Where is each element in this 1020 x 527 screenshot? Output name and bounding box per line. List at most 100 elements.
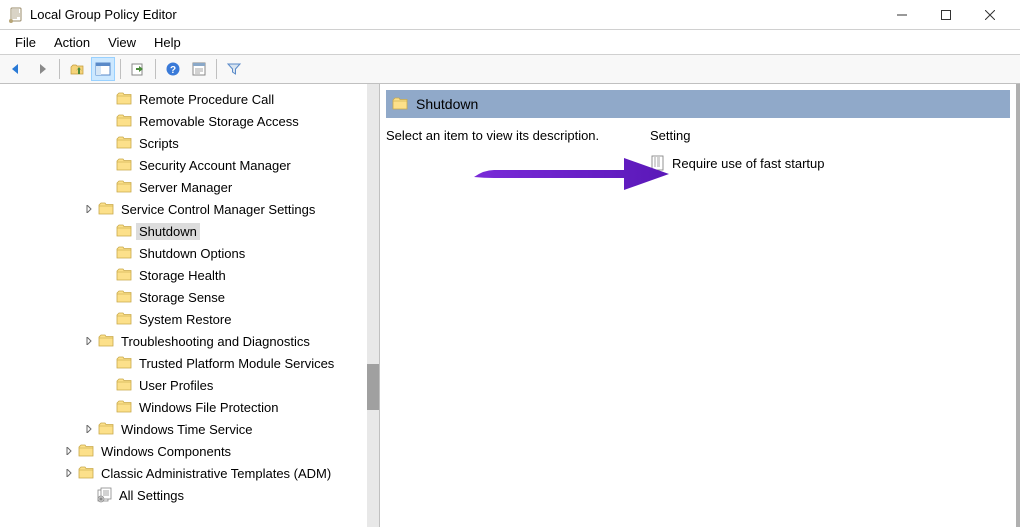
tree-label: Security Account Manager xyxy=(136,157,294,174)
expand-spacer xyxy=(100,290,114,304)
toolbar: ? xyxy=(0,54,1020,84)
expand-icon[interactable] xyxy=(82,334,96,348)
tree-item[interactable]: User Profiles xyxy=(0,374,379,396)
tree-label: Windows Time Service xyxy=(118,421,255,438)
tree-item[interactable]: Storage Sense xyxy=(0,286,379,308)
tree-pane: Remote Procedure Call Removable Storage A… xyxy=(0,84,380,527)
settings-icon xyxy=(96,487,112,503)
folder-icon xyxy=(116,179,132,195)
window-title: Local Group Policy Editor xyxy=(30,7,880,22)
tree-item[interactable]: Shutdown Options xyxy=(0,242,379,264)
toolbar-separator xyxy=(216,59,217,79)
tree-item[interactable]: Trusted Platform Module Services xyxy=(0,352,379,374)
minimize-button[interactable] xyxy=(880,1,924,29)
tree-item[interactable]: Windows Time Service xyxy=(0,418,379,440)
menu-help[interactable]: Help xyxy=(145,32,190,53)
app-icon xyxy=(8,7,24,23)
tree-label: Trusted Platform Module Services xyxy=(136,355,337,372)
policy-icon xyxy=(650,155,666,171)
properties-button[interactable] xyxy=(187,57,211,81)
tree-item[interactable]: Shutdown xyxy=(0,220,379,242)
tree-label: Storage Sense xyxy=(136,289,228,306)
tree-item[interactable]: Troubleshooting and Diagnostics xyxy=(0,330,379,352)
up-button[interactable] xyxy=(65,57,89,81)
expand-spacer xyxy=(100,92,114,106)
expand-spacer xyxy=(100,114,114,128)
folder-icon xyxy=(116,113,132,129)
content-area: Remote Procedure Call Removable Storage A… xyxy=(0,84,1020,527)
tree-item[interactable]: Remote Procedure Call xyxy=(0,88,379,110)
tree-label: Shutdown xyxy=(136,223,200,240)
svg-text:?: ? xyxy=(170,65,176,76)
tree-item[interactable]: Windows File Protection xyxy=(0,396,379,418)
tree-label: User Profiles xyxy=(136,377,216,394)
details-body: Select an item to view its description. … xyxy=(380,118,1016,527)
tree-label: Server Manager xyxy=(136,179,235,196)
export-button[interactable] xyxy=(126,57,150,81)
tree-item[interactable]: Classic Administrative Templates (ADM) xyxy=(0,462,379,484)
tree-item[interactable]: Scripts xyxy=(0,132,379,154)
tree-label: Removable Storage Access xyxy=(136,113,302,130)
expand-spacer xyxy=(80,488,94,502)
toolbar-separator xyxy=(120,59,121,79)
setting-column-header[interactable]: Setting xyxy=(650,128,1016,143)
tree-scrollbar[interactable] xyxy=(367,84,379,527)
expand-spacer xyxy=(100,158,114,172)
expand-spacer xyxy=(100,312,114,326)
details-header: Shutdown xyxy=(386,90,1010,118)
expand-icon[interactable] xyxy=(62,466,76,480)
help-button[interactable]: ? xyxy=(161,57,185,81)
folder-icon xyxy=(392,96,408,112)
tree-label: All Settings xyxy=(116,487,187,504)
tree-label: Scripts xyxy=(136,135,182,152)
expand-icon[interactable] xyxy=(62,444,76,458)
expand-spacer xyxy=(100,378,114,392)
show-tree-button[interactable] xyxy=(91,57,115,81)
tree-item[interactable]: All Settings xyxy=(0,484,379,506)
folder-icon xyxy=(116,267,132,283)
scrollbar-thumb[interactable] xyxy=(367,364,379,410)
expand-spacer xyxy=(100,356,114,370)
menu-file[interactable]: File xyxy=(6,32,45,53)
folder-icon xyxy=(98,201,114,217)
description-prompt: Select an item to view its description. xyxy=(386,128,640,143)
tree-item[interactable]: System Restore xyxy=(0,308,379,330)
forward-button[interactable] xyxy=(30,57,54,81)
folder-icon xyxy=(116,91,132,107)
folder-icon xyxy=(116,289,132,305)
menu-action[interactable]: Action xyxy=(45,32,99,53)
menubar: File Action View Help xyxy=(0,30,1020,54)
setting-label: Require use of fast startup xyxy=(672,156,824,171)
folder-icon xyxy=(116,157,132,173)
folder-icon xyxy=(116,399,132,415)
tree-label: System Restore xyxy=(136,311,234,328)
expand-spacer xyxy=(100,268,114,282)
tree-item[interactable]: Removable Storage Access xyxy=(0,110,379,132)
filter-button[interactable] xyxy=(222,57,246,81)
tree-item[interactable]: Service Control Manager Settings xyxy=(0,198,379,220)
tree-label: Windows File Protection xyxy=(136,399,281,416)
folder-icon xyxy=(98,421,114,437)
expand-icon[interactable] xyxy=(82,422,96,436)
tree-label: Windows Components xyxy=(98,443,234,460)
menu-view[interactable]: View xyxy=(99,32,145,53)
folder-icon xyxy=(116,355,132,371)
expand-spacer xyxy=(100,180,114,194)
tree-item[interactable]: Storage Health xyxy=(0,264,379,286)
back-button[interactable] xyxy=(4,57,28,81)
expand-spacer xyxy=(100,246,114,260)
tree-label: Troubleshooting and Diagnostics xyxy=(118,333,313,350)
setting-item[interactable]: Require use of fast startup xyxy=(650,153,1016,173)
expand-spacer xyxy=(100,224,114,238)
expand-icon[interactable] xyxy=(82,202,96,216)
tree-item[interactable]: Security Account Manager xyxy=(0,154,379,176)
titlebar: Local Group Policy Editor xyxy=(0,0,1020,30)
close-button[interactable] xyxy=(968,1,1012,29)
tree-label: Classic Administrative Templates (ADM) xyxy=(98,465,334,482)
settings-column: Setting Require use of fast startup xyxy=(650,128,1016,527)
folder-icon xyxy=(116,135,132,151)
tree-item[interactable]: Windows Components xyxy=(0,440,379,462)
maximize-button[interactable] xyxy=(924,1,968,29)
tree-item[interactable]: Server Manager xyxy=(0,176,379,198)
folder-icon xyxy=(116,223,132,239)
